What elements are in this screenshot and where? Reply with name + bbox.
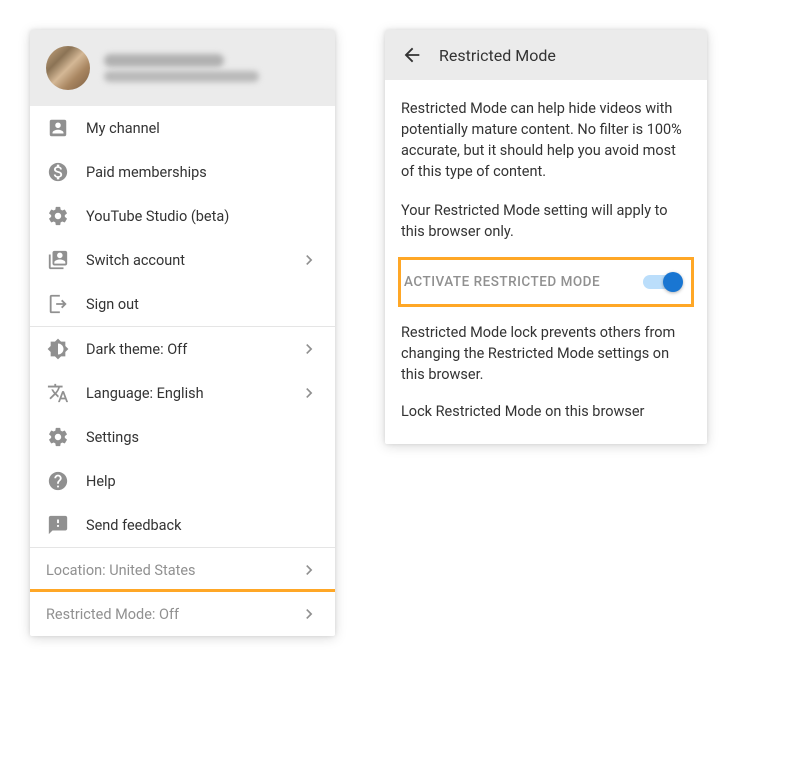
chevron-right-icon [299, 560, 319, 580]
menu-label: Send feedback [86, 517, 319, 534]
menu-send-feedback[interactable]: Send feedback [30, 503, 335, 547]
menu-sign-out[interactable]: Sign out [30, 282, 335, 326]
highlight-toggle-row: ACTIVATE RESTRICTED MODE [398, 257, 694, 307]
restricted-mode-panel: Restricted Mode Restricted Mode can help… [385, 30, 707, 444]
feedback-icon [46, 513, 70, 537]
user-email-blurred [104, 71, 259, 82]
panel-header: Restricted Mode [385, 30, 707, 80]
account-menu-panel: My channel Paid memberships YouTube Stud… [30, 30, 335, 636]
panel-title: Restricted Mode [439, 46, 556, 65]
menu-label: Dark theme: Off [86, 341, 299, 358]
dark-theme-icon [46, 337, 70, 361]
menu-language[interactable]: Language: English [30, 371, 335, 415]
help-icon [46, 469, 70, 493]
lock-text: Restricted Mode lock prevents others fro… [401, 322, 691, 385]
switch-account-icon [46, 248, 70, 272]
menu-label: Sign out [86, 296, 319, 313]
menu-dark-theme[interactable]: Dark theme: Off [30, 327, 335, 371]
menu-label: Paid memberships [86, 164, 319, 181]
toggle-label: ACTIVATE RESTRICTED MODE [404, 274, 600, 290]
chevron-right-icon [299, 339, 319, 359]
menu-label: Switch account [86, 252, 299, 269]
settings-gear-icon [46, 425, 70, 449]
chevron-right-icon [299, 383, 319, 403]
footer-restricted-mode[interactable]: Restricted Mode: Off [30, 592, 335, 636]
menu-label: YouTube Studio (beta) [86, 208, 319, 225]
account-box-icon [46, 116, 70, 140]
menu-label: Settings [86, 429, 319, 446]
menu-label: Help [86, 473, 319, 490]
user-header [30, 30, 335, 106]
description-text-2: Your Restricted Mode setting will apply … [401, 200, 691, 242]
footer-label: Location: United States [46, 562, 299, 579]
panel-body: Restricted Mode can help hide videos wit… [385, 80, 707, 444]
highlight-restricted-mode: Restricted Mode: Off [30, 589, 335, 636]
language-icon [46, 381, 70, 405]
chevron-right-icon [299, 604, 319, 624]
avatar[interactable] [46, 46, 90, 90]
footer-label: Restricted Mode: Off [46, 606, 299, 623]
menu-my-channel[interactable]: My channel [30, 106, 335, 150]
back-arrow-icon[interactable] [401, 44, 423, 66]
menu-switch-account[interactable]: Switch account [30, 238, 335, 282]
paid-icon [46, 160, 70, 184]
lock-restricted-mode-link[interactable]: Lock Restricted Mode on this browser [401, 403, 691, 420]
menu-label: My channel [86, 120, 319, 137]
menu-section-2: Dark theme: Off Language: English Settin… [30, 327, 335, 547]
menu-youtube-studio[interactable]: YouTube Studio (beta) [30, 194, 335, 238]
toggle-thumb [663, 272, 683, 292]
menu-section-1: My channel Paid memberships YouTube Stud… [30, 106, 335, 326]
user-name-blurred [104, 54, 224, 67]
menu-paid-memberships[interactable]: Paid memberships [30, 150, 335, 194]
menu-label: Language: English [86, 385, 299, 402]
sign-out-icon [46, 292, 70, 316]
description-text-1: Restricted Mode can help hide videos wit… [401, 98, 691, 182]
user-info [104, 54, 259, 82]
studio-gear-icon [46, 204, 70, 228]
restricted-mode-toggle[interactable] [643, 272, 683, 292]
menu-help[interactable]: Help [30, 459, 335, 503]
menu-settings[interactable]: Settings [30, 415, 335, 459]
footer-location[interactable]: Location: United States [30, 548, 335, 592]
chevron-right-icon [299, 250, 319, 270]
